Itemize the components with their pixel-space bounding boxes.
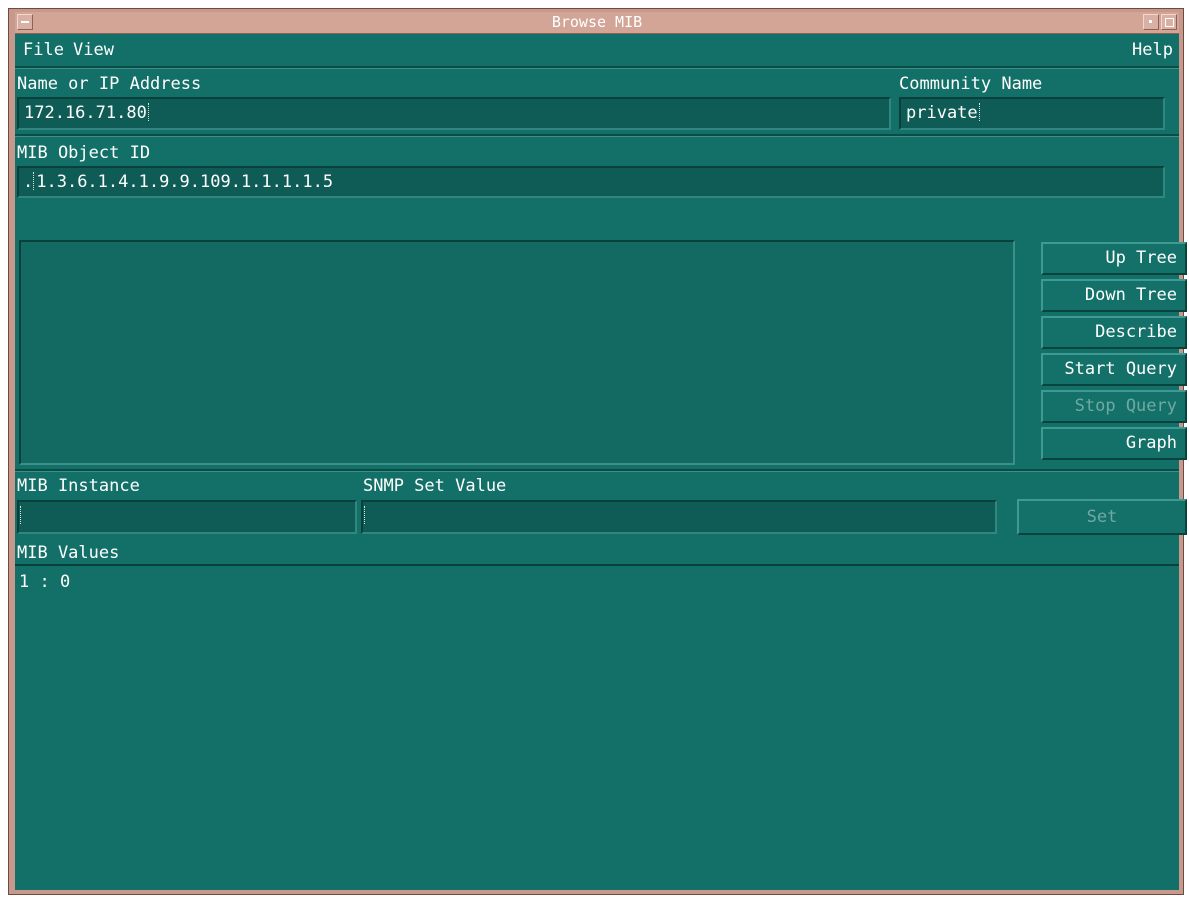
mib-values-area[interactable]: 1 : 0 <box>15 564 1179 890</box>
start-query-button[interactable]: Start Query <box>1041 353 1187 386</box>
instance-field[interactable] <box>17 500 357 534</box>
text-cursor-icon <box>978 103 983 121</box>
menu-file[interactable]: File <box>23 39 64 61</box>
set-value-field[interactable] <box>361 500 997 534</box>
minimize-icon[interactable] <box>1143 14 1159 30</box>
browse-mib-window: Browse MIB File View Help Name or IP Add… <box>8 8 1187 895</box>
menu-help[interactable]: Help <box>1132 39 1173 61</box>
menu-view[interactable]: View <box>73 39 114 61</box>
menu-divider <box>15 66 1179 69</box>
client-area: File View Help Name or IP Address Commun… <box>15 34 1187 890</box>
describe-button[interactable]: Describe <box>1041 316 1187 349</box>
graph-button[interactable]: Graph <box>1041 427 1187 460</box>
community-value: private <box>906 103 978 123</box>
address-value: 172.16.71.80 <box>24 103 147 123</box>
maximize-icon[interactable] <box>1161 14 1177 30</box>
community-field[interactable]: private <box>899 97 1165 130</box>
text-cursor-icon <box>147 103 152 121</box>
object-id-field[interactable]: . 1.3.6.1.4.1.9.9.109.1.1.1.1.5 <box>17 166 1165 198</box>
list-divider <box>15 469 1179 472</box>
menu-bar: File View Help <box>15 34 1179 66</box>
title-bar[interactable]: Browse MIB <box>15 12 1179 34</box>
stop-query-button[interactable]: Stop Query <box>1041 390 1187 423</box>
text-cursor-icon <box>20 506 24 524</box>
value-line: 1 : 0 <box>19 572 71 592</box>
address-divider <box>15 134 1179 137</box>
mib-tree-list[interactable] <box>19 240 1015 465</box>
instance-label: MIB Instance <box>17 476 140 496</box>
address-label: Name or IP Address <box>17 74 202 94</box>
text-cursor-icon <box>364 506 368 524</box>
set-button[interactable]: Set <box>1017 499 1187 535</box>
community-label: Community Name <box>899 74 1043 94</box>
object-id-label: MIB Object ID <box>17 143 151 163</box>
values-label: MIB Values <box>17 543 120 563</box>
up-tree-button[interactable]: Up Tree <box>1041 242 1187 275</box>
window-title: Browse MIB <box>551 13 643 31</box>
set-value-label: SNMP Set Value <box>363 476 507 496</box>
down-tree-button[interactable]: Down Tree <box>1041 279 1187 312</box>
address-field[interactable]: 172.16.71.80 <box>17 97 891 130</box>
object-id-prefix: . <box>23 172 34 192</box>
object-id-value: 1.3.6.1.4.1.9.9.109.1.1.1.1.5 <box>36 172 334 192</box>
